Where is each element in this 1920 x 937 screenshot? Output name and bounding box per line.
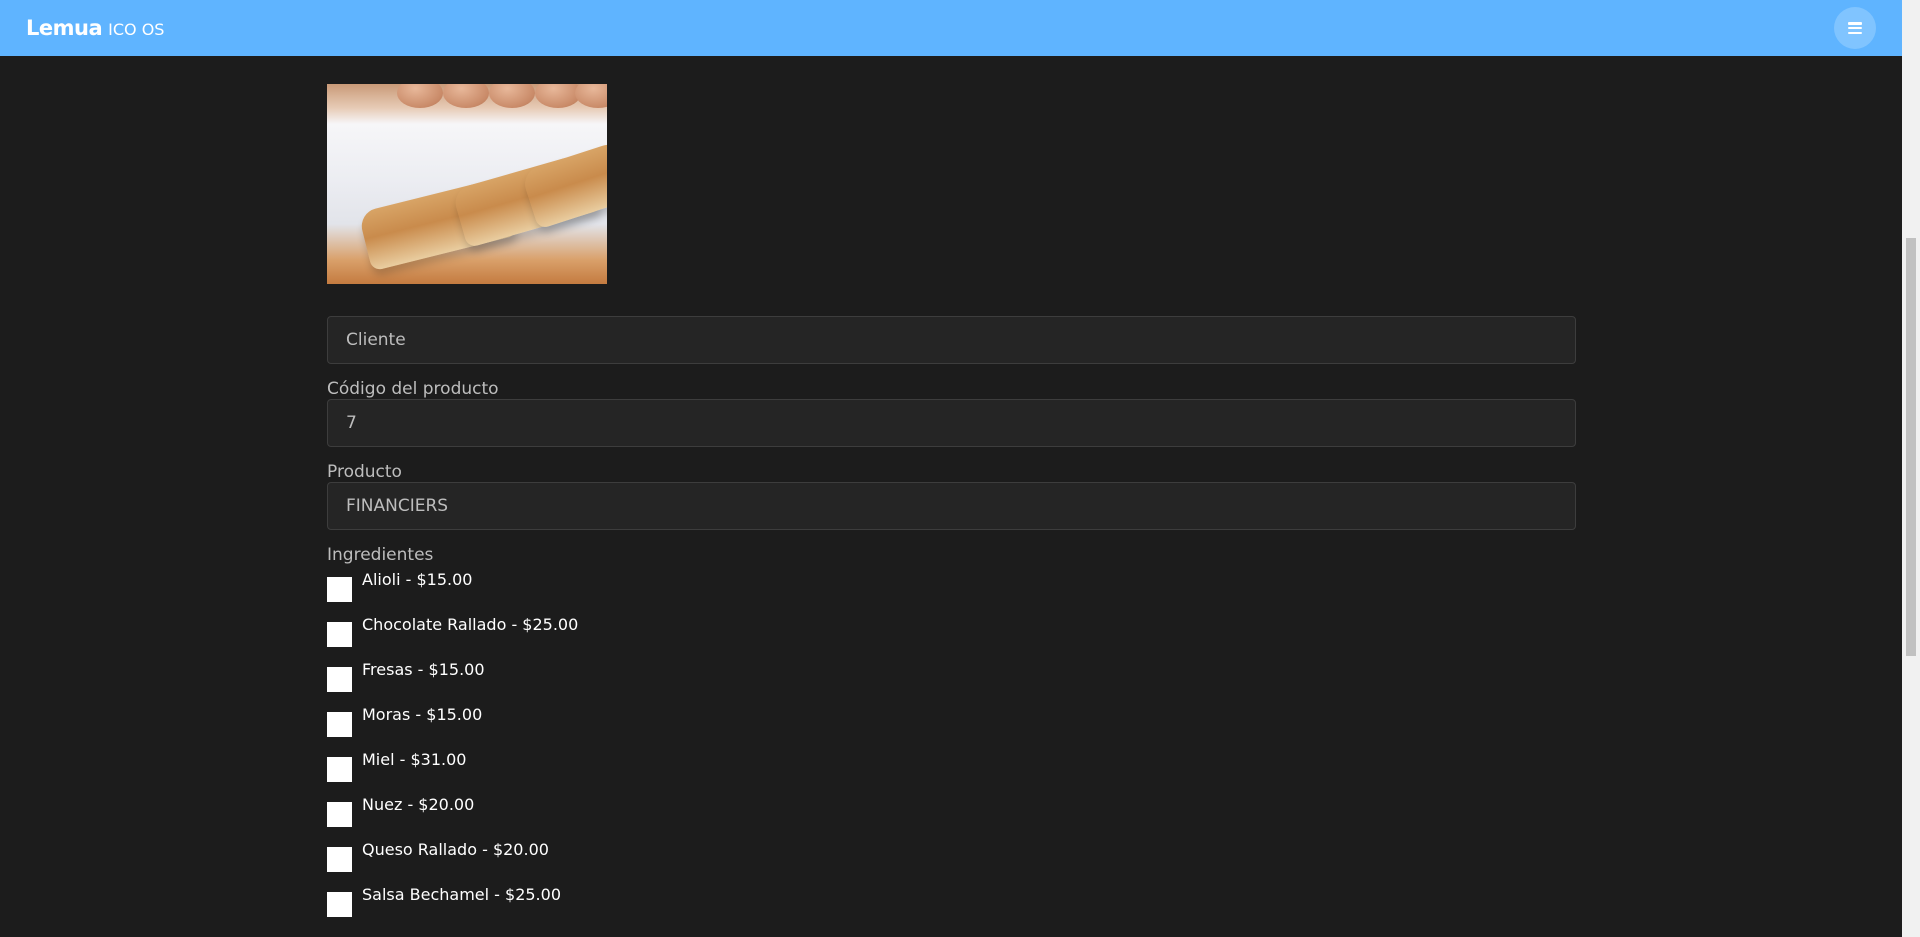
ingredient-checkbox[interactable] <box>327 892 352 917</box>
brand-subtitle: ICO OS <box>108 20 165 39</box>
producto-label: Producto <box>327 462 402 482</box>
scrollbar-thumb[interactable] <box>1906 238 1916 656</box>
ingredient-item-miel[interactable]: Miel - $31.00 <box>327 750 1576 795</box>
ingredient-checkbox[interactable] <box>327 847 352 872</box>
order-form: Cliente Código del producto 7 Producto F… <box>327 84 1576 930</box>
vertical-scrollbar[interactable] <box>1902 0 1920 937</box>
ingredient-label: Fresas - $15.00 <box>362 660 485 679</box>
ingredient-item-fresas[interactable]: Fresas - $15.00 <box>327 660 1576 705</box>
ingredient-item-moras[interactable]: Moras - $15.00 <box>327 705 1576 750</box>
hamburger-icon <box>1848 22 1862 34</box>
ingredientes-label: Ingredientes <box>327 545 434 565</box>
producto-field: Producto FINANCIERS <box>327 462 1576 530</box>
cliente-input[interactable]: Cliente <box>327 316 1576 364</box>
brand-logo[interactable]: Lemua ICO OS <box>26 16 164 40</box>
ingredient-checkbox[interactable] <box>327 712 352 737</box>
top-navbar: Lemua ICO OS <box>0 0 1902 56</box>
ingredient-item-salsa-bechamel[interactable]: Salsa Bechamel - $25.00 <box>327 885 1576 930</box>
ingredient-label: Nuez - $20.00 <box>362 795 475 814</box>
ingredient-checkbox[interactable] <box>327 802 352 827</box>
ingredientes-section: Ingredientes Alioli - $15.00 Chocolate R… <box>327 545 1576 930</box>
ingredient-item-queso-rallado[interactable]: Queso Rallado - $20.00 <box>327 840 1576 885</box>
menu-button[interactable] <box>1834 7 1876 49</box>
cliente-field: Cliente <box>327 316 1576 364</box>
ingredient-checkbox[interactable] <box>327 622 352 647</box>
ingredient-checkbox[interactable] <box>327 577 352 602</box>
codigo-input[interactable]: 7 <box>327 399 1576 447</box>
ingredient-label: Salsa Bechamel - $25.00 <box>362 885 561 904</box>
ingredient-label: Alioli - $15.00 <box>362 570 473 589</box>
ingredient-label: Moras - $15.00 <box>362 705 483 724</box>
ingredient-checkbox[interactable] <box>327 757 352 782</box>
codigo-field: Código del producto 7 <box>327 379 1576 447</box>
ingredient-checkbox[interactable] <box>327 667 352 692</box>
codigo-label: Código del producto <box>327 379 499 399</box>
ingredient-item-alioli[interactable]: Alioli - $15.00 <box>327 570 1576 615</box>
ingredient-item-chocolate-rallado[interactable]: Chocolate Rallado - $25.00 <box>327 615 1576 660</box>
ingredient-label: Miel - $31.00 <box>362 750 467 769</box>
ingredient-item-nuez[interactable]: Nuez - $20.00 <box>327 795 1576 840</box>
product-image <box>327 84 607 284</box>
brand-name: Lemua <box>26 16 103 40</box>
ingredient-label: Queso Rallado - $20.00 <box>362 840 549 859</box>
ingredient-label: Chocolate Rallado - $25.00 <box>362 615 579 634</box>
producto-input[interactable]: FINANCIERS <box>327 482 1576 530</box>
